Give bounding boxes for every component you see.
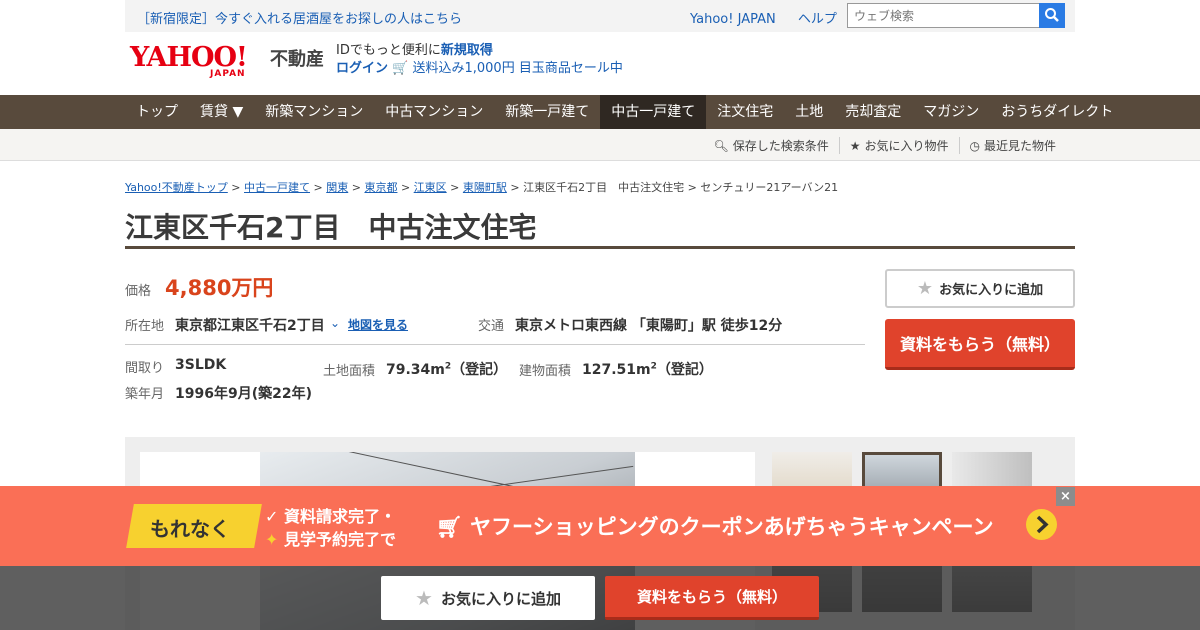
banner-arrow-button[interactable] — [1026, 509, 1057, 540]
nav-appraisal[interactable]: 売却査定 — [834, 95, 912, 129]
price-label: 価格 — [125, 284, 152, 299]
breadcrumb-link[interactable]: 東京都 — [364, 181, 397, 194]
sticky-action-bar — [0, 566, 1200, 630]
shopping-cart-icon: 🛒︎ — [436, 515, 463, 539]
page-title: 江東区千石2丁目 中古注文住宅 — [125, 206, 1075, 249]
add-favorite-button[interactable]: ★ お気に入りに追加 — [885, 269, 1075, 308]
building-area-note: （登記） — [656, 362, 713, 378]
saved-search-label: 保存した検索条件 — [732, 139, 829, 153]
promo-link[interactable]: ［新宿限定］今すぐ入れる居酒屋をお探しの人はこちら — [137, 8, 462, 27]
cart-icon: 🛒 — [392, 61, 409, 76]
logo-service-name: 不動産 — [270, 49, 324, 70]
land-area-value: 79.34m2（登記） — [386, 359, 507, 379]
signup-link[interactable]: 新規取得 — [441, 43, 493, 58]
location-label: 所在地 — [125, 319, 165, 334]
chevron-down-icon: ⌄ — [330, 316, 341, 330]
access-value: 東京メトロ東西線 「東陽町」駅 徒歩12分 — [515, 318, 783, 334]
nav-custom-house[interactable]: 注文住宅 — [706, 95, 784, 129]
yahoo-japan-link[interactable]: Yahoo! JAPAN — [690, 12, 776, 27]
top-links: Yahoo! JAPAN ヘルプ — [690, 8, 855, 27]
nav-magazine[interactable]: マガジン — [912, 95, 990, 129]
banner-tag-text: もれなく — [150, 517, 230, 541]
nav-land[interactable]: 土地 — [784, 95, 834, 129]
clock-icon: ◷ — [969, 138, 980, 153]
request-info-button[interactable]: 資料をもらう（無料） — [885, 319, 1075, 370]
layout-value: 3SLDK — [175, 357, 227, 373]
building-area-label: 建物面積 — [519, 364, 572, 379]
sticky-add-favorite-button[interactable]: ★ お気に入りに追加 — [381, 576, 595, 620]
breadcrumb-link[interactable]: Yahoo!不動産トップ — [125, 181, 228, 194]
check-icon: ✓ — [265, 507, 279, 526]
nav-new-house[interactable]: 新築一戸建て — [494, 95, 600, 129]
banner-headline: 🛒︎ ヤフーショッピングのクーポンあげちゃうキャンペーン — [436, 511, 994, 541]
breadcrumb-link[interactable]: 中古一戸建て — [244, 181, 310, 194]
nav-used-house[interactable]: 中古一戸建て — [600, 95, 707, 129]
nav-new-mansion[interactable]: 新築マンション — [254, 95, 374, 129]
nav-used-mansion[interactable]: 中古マンション — [374, 95, 494, 129]
top-strip: ［新宿限定］今すぐ入れる居酒屋をお探しの人はこちら Yahoo! JAPAN ヘ… — [125, 0, 1075, 32]
building-area-number: 127.51m — [582, 362, 651, 378]
sticky-favorite-label: お気に入りに追加 — [440, 589, 561, 608]
info-divider — [125, 344, 865, 345]
sale-link[interactable]: 送料込み1,000円 目玉商品セール中 — [412, 61, 622, 76]
built-label: 築年月 — [125, 387, 165, 402]
chevron-right-icon — [1036, 515, 1049, 534]
land-area-label: 土地面積 — [323, 364, 376, 379]
breadcrumb-link[interactable]: 東陽町駅 — [463, 181, 507, 194]
access-label: 交通 — [478, 319, 505, 334]
banner-condition-line1: 資料請求完了・ — [283, 507, 396, 526]
saved-search-link[interactable]: 🔍︎ 保存した検索条件 — [703, 137, 838, 154]
banner-close-button[interactable]: × — [1056, 487, 1075, 506]
land-area-number: 79.34m — [386, 362, 445, 378]
search-icon — [1045, 8, 1059, 22]
breadcrumb-current: 江東区千石2丁目 中古注文住宅 > センチュリー21アーバン21 — [523, 181, 839, 194]
breadcrumb-link[interactable]: 関東 — [326, 181, 348, 194]
logo-japan: JAPAN — [210, 69, 246, 79]
nav-rent[interactable]: 賃貸 ▼ — [189, 95, 254, 129]
map-link[interactable]: 地図を見る — [348, 316, 408, 333]
help-link[interactable]: ヘルプ — [798, 12, 837, 27]
price-value: 4,880万円 — [165, 276, 274, 300]
id-promo-text: IDでもっと便利に — [336, 43, 441, 58]
add-favorite-label: お気に入りに追加 — [939, 283, 1044, 298]
star-icon: ★ — [916, 278, 934, 299]
recent-link[interactable]: ◷ 最近見た物件 — [958, 137, 1067, 154]
location-value: 東京都江東区千石2丁目 — [175, 318, 325, 334]
sub-nav: 🔍︎ 保存した検索条件 ★ お気に入り物件 ◷ 最近見た物件 — [0, 129, 1200, 161]
saved-search-icon: 🔍︎ — [713, 138, 729, 153]
favorites-link[interactable]: ★ お気に入り物件 — [838, 137, 959, 154]
land-area-note: （登記） — [451, 362, 508, 378]
recent-label: 最近見た物件 — [983, 139, 1056, 153]
star-icon: ★ — [849, 138, 861, 153]
search-button[interactable] — [1039, 3, 1065, 28]
breadcrumb: Yahoo!不動産トップ > 中古一戸建て > 関東 > 東京都 > 江東区 >… — [125, 181, 839, 194]
building-area-value: 127.51m2（登記） — [582, 359, 713, 379]
breadcrumb-link[interactable]: 江東区 — [414, 181, 447, 194]
layout-label: 間取り — [125, 361, 165, 376]
sticky-request-info-button[interactable]: 資料をもらう（無料） — [605, 576, 819, 620]
yahoo-realestate-logo[interactable]: YAHOO! JAPAN 不動産 — [130, 42, 330, 82]
star-icon: ★ — [415, 586, 433, 610]
account-area: IDでもっと便利に新規取得 ログイン 🛒 送料込み1,000円 目玉商品セール中 — [336, 42, 623, 78]
nav-top[interactable]: トップ — [125, 95, 189, 129]
banner-condition-line2: 見学予約完了で — [283, 530, 396, 549]
favorites-label: お気に入り物件 — [864, 139, 949, 153]
page: ［新宿限定］今すぐ入れる居酒屋をお探しの人はこちら Yahoo! JAPAN ヘ… — [0, 0, 1200, 630]
login-link[interactable]: ログイン — [336, 61, 388, 76]
sparkle-icon: ✦ — [265, 530, 279, 549]
search-input[interactable] — [847, 3, 1064, 28]
banner-headline-text: ヤフーショッピングのクーポンあげちゃうキャンペーン — [469, 515, 994, 539]
main-nav: トップ 賃貸 ▼ 新築マンション 中古マンション 新築一戸建て 中古一戸建て 注… — [0, 95, 1200, 129]
built-value: 1996年9月(築22年) — [175, 386, 312, 402]
nav-ouchi-direct[interactable]: おうちダイレクト — [990, 95, 1124, 129]
banner-condition: ✓ 資料請求完了・ ✦ 見学予約完了で — [265, 505, 396, 551]
